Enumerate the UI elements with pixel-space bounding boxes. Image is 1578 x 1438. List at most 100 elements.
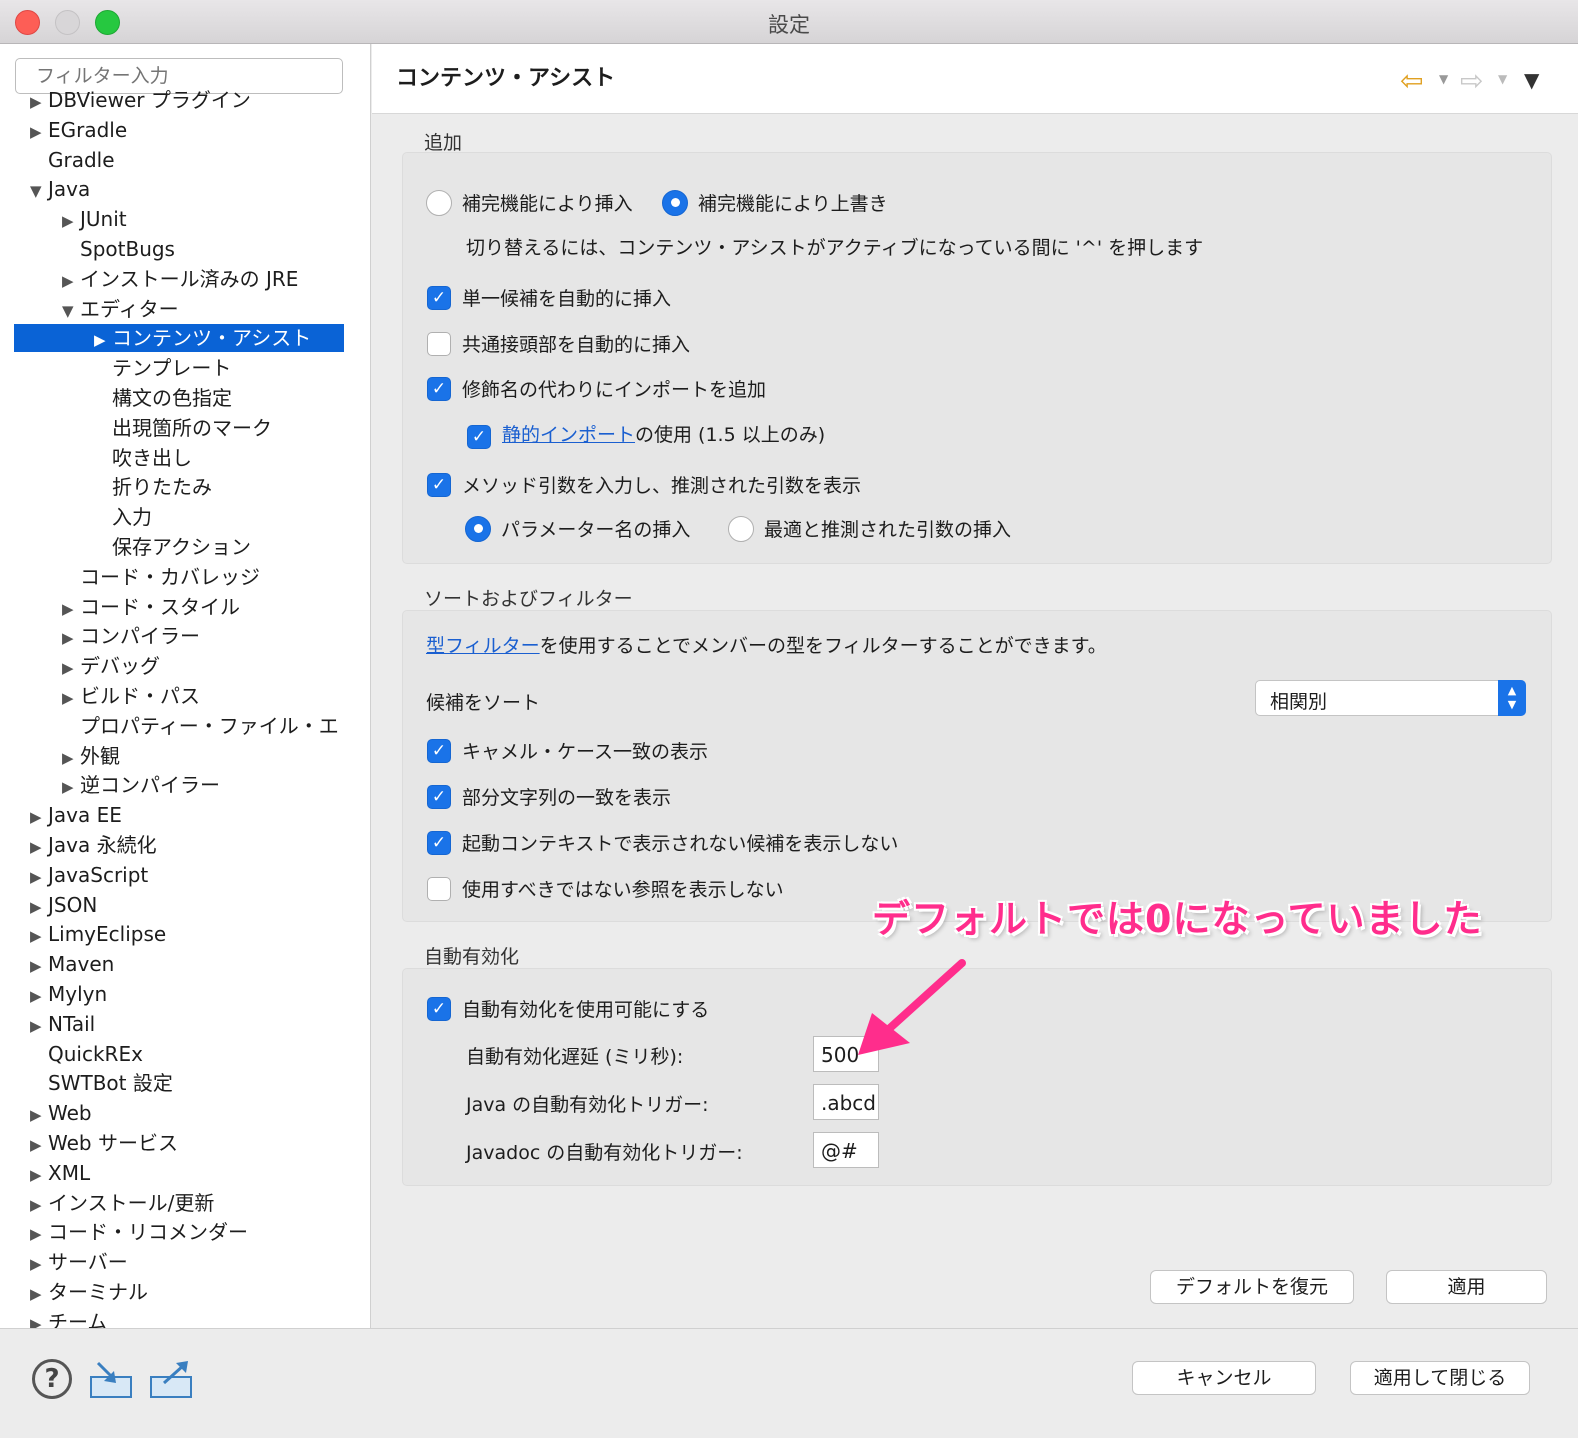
tree-item[interactable]: コード・カバレッジ — [62, 563, 260, 591]
enable-auto-activation-checkbox-row[interactable]: ✓ 自動有効化を使用可能にする — [427, 995, 709, 1022]
tree-item[interactable]: ▶ ビルド・パス — [62, 682, 200, 710]
insert-radio-row[interactable]: 補完機能により挿入 — [426, 189, 633, 216]
expanded-arrow-icon[interactable]: ▼ — [62, 297, 80, 325]
tree-item[interactable]: ▶ LimyEclipse — [30, 920, 166, 948]
tree-item[interactable]: ▶ Mylyn — [30, 980, 107, 1008]
tree-item[interactable]: ▶ NTail — [30, 1010, 95, 1038]
single-proposal-checkbox-row[interactable]: ✓ 単一候補を自動的に挿入 — [427, 284, 671, 311]
tree-item[interactable]: ▶ DBViewer プラグイン — [30, 86, 251, 114]
collapsed-arrow-icon[interactable]: ▶ — [30, 88, 48, 116]
static-import-link[interactable]: 静的インポート — [502, 420, 635, 447]
static-import-checkbox-row[interactable]: ✓ 静的インポート の使用 (1.5 以上のみ) — [467, 417, 825, 449]
collapsed-arrow-icon[interactable]: ▶ — [30, 1191, 48, 1219]
overwrite-radio[interactable] — [662, 189, 688, 216]
tree-item[interactable]: ▶ JSON — [30, 891, 97, 919]
tree-item[interactable]: ▶ 逆コンパイラー — [62, 771, 220, 799]
common-prefix-checkbox-row[interactable]: 共通接頭部を自動的に挿入 — [427, 330, 690, 357]
tree-item[interactable]: ▶ JavaScript — [30, 861, 148, 889]
view-menu-icon[interactable]: ▼ — [1524, 68, 1539, 92]
fill-args-checkbox[interactable]: ✓ — [427, 472, 451, 497]
collapsed-arrow-icon[interactable]: ▶ — [30, 893, 48, 921]
apply-button[interactable]: 適用 — [1386, 1270, 1547, 1304]
collapsed-arrow-icon[interactable]: ▶ — [30, 1101, 48, 1129]
enable-auto-activation-checkbox[interactable]: ✓ — [427, 996, 451, 1021]
tree-item[interactable]: ▶ ターミナル — [30, 1278, 148, 1306]
tree-item[interactable]: ▶ Web — [30, 1099, 92, 1127]
tree-item[interactable]: 折りたたみ — [94, 473, 212, 501]
tree-item[interactable]: SpotBugs — [62, 235, 175, 263]
tree-item[interactable]: ▶ EGradle — [30, 116, 127, 144]
collapsed-arrow-icon[interactable]: ▶ — [30, 1280, 48, 1308]
best-guess-radio-row[interactable]: 最適と推測された引数の挿入 — [728, 515, 1011, 542]
collapsed-arrow-icon[interactable]: ▶ — [30, 1012, 48, 1040]
tree-item[interactable]: 入力 — [94, 503, 152, 531]
tree-item[interactable]: 保存アクション — [94, 533, 251, 561]
tree-item[interactable]: SWTBot 設定 — [30, 1069, 173, 1097]
back-history-dropdown-icon[interactable]: ▼ — [1439, 72, 1448, 86]
tree-item[interactable]: ▼ エディター — [62, 295, 179, 323]
collapsed-arrow-icon[interactable]: ▶ — [30, 833, 48, 861]
collapsed-arrow-icon[interactable]: ▶ — [30, 863, 48, 891]
single-proposal-checkbox[interactable]: ✓ — [427, 285, 451, 310]
tree-item-selected[interactable]: ▶ コンテンツ・アシスト — [14, 324, 344, 353]
collapsed-arrow-icon[interactable]: ▶ — [62, 207, 80, 235]
hide-not-visible-checkbox-row[interactable]: ✓ 起動コンテキストで表示されない候補を表示しない — [427, 829, 898, 856]
help-icon[interactable]: ? — [32, 1359, 72, 1399]
tree-item[interactable]: ▶ デバッグ — [62, 652, 160, 680]
camel-case-checkbox-row[interactable]: ✓ キャメル・ケース一致の表示 — [427, 737, 708, 764]
tree-item[interactable]: 吹き出し — [94, 444, 192, 472]
collapsed-arrow-icon[interactable]: ▶ — [30, 1131, 48, 1159]
tree-item[interactable]: ▼ Java — [30, 175, 90, 203]
tree-item[interactable]: ▶ XML — [30, 1159, 90, 1187]
tree-item[interactable]: 構文の色指定 — [94, 384, 232, 412]
tree-item[interactable]: ▶ インストール/更新 — [30, 1189, 214, 1217]
tree-item[interactable]: プロパティー・ファイル・エ — [62, 712, 339, 740]
collapsed-arrow-icon[interactable]: ▶ — [30, 1220, 48, 1248]
add-import-checkbox-row[interactable]: ✓ 修飾名の代わりにインポートを追加 — [427, 375, 766, 402]
tree-item[interactable]: ▶ Java EE — [30, 801, 122, 829]
insert-radio[interactable] — [426, 189, 452, 216]
tree-item[interactable]: ▶ Maven — [30, 950, 114, 978]
collapsed-arrow-icon[interactable]: ▶ — [62, 654, 80, 682]
param-names-radio[interactable] — [465, 515, 491, 542]
tree-item[interactable]: Gradle — [30, 146, 115, 174]
overwrite-radio-row[interactable]: 補完機能により上書き — [662, 189, 888, 216]
substring-checkbox-row[interactable]: ✓ 部分文字列の一致を表示 — [427, 783, 671, 810]
forward-arrow-icon[interactable]: ⇨ — [1460, 64, 1483, 97]
collapsed-arrow-icon[interactable]: ▶ — [62, 624, 80, 652]
collapsed-arrow-icon[interactable]: ▶ — [62, 744, 80, 772]
best-guess-radio[interactable] — [728, 515, 754, 542]
export-icon[interactable] — [148, 1359, 194, 1399]
hide-deprecated-checkbox[interactable] — [427, 876, 451, 901]
tree-item[interactable]: ▶ JUnit — [62, 205, 127, 233]
import-icon[interactable] — [88, 1359, 134, 1399]
collapsed-arrow-icon[interactable]: ▶ — [30, 1161, 48, 1189]
add-import-checkbox[interactable]: ✓ — [427, 376, 451, 401]
apply-and-close-button[interactable]: 適用して閉じる — [1350, 1361, 1530, 1395]
expanded-arrow-icon[interactable]: ▼ — [30, 177, 48, 205]
substring-checkbox[interactable]: ✓ — [427, 784, 451, 809]
hide-not-visible-checkbox[interactable]: ✓ — [427, 830, 451, 855]
collapsed-arrow-icon[interactable]: ▶ — [30, 803, 48, 831]
tree-item[interactable]: ▶ コード・リコメンダー — [30, 1218, 248, 1246]
static-import-checkbox[interactable]: ✓ — [467, 425, 491, 449]
forward-history-dropdown-icon[interactable]: ▼ — [1498, 72, 1507, 86]
tree-item[interactable]: ▶ インストール済みの JRE — [62, 265, 298, 293]
collapsed-arrow-icon[interactable]: ▶ — [62, 684, 80, 712]
back-arrow-icon[interactable]: ⇦ — [1400, 64, 1423, 97]
cancel-button[interactable]: キャンセル — [1132, 1361, 1316, 1395]
java-trigger-input[interactable]: .abcd — [813, 1084, 879, 1120]
hide-deprecated-checkbox-row[interactable]: 使用すべきではない参照を表示しない — [427, 875, 784, 902]
type-filter-link[interactable]: 型フィルター — [426, 631, 540, 658]
restore-defaults-button[interactable]: デフォルトを復元 — [1150, 1270, 1354, 1304]
common-prefix-checkbox[interactable] — [427, 331, 451, 356]
tree-item[interactable]: ▶ コード・スタイル — [62, 593, 240, 621]
fill-args-checkbox-row[interactable]: ✓ メソッド引数を入力し、推測された引数を表示 — [427, 471, 861, 498]
tree-item[interactable]: ▶ サーバー — [30, 1248, 128, 1276]
collapsed-arrow-icon[interactable]: ▶ — [30, 922, 48, 950]
camel-case-checkbox[interactable]: ✓ — [427, 738, 451, 763]
tree-item[interactable]: ▶ チーム — [30, 1308, 107, 1328]
collapsed-arrow-icon[interactable]: ▶ — [30, 952, 48, 980]
tree-item[interactable]: テンプレート — [94, 354, 231, 382]
tree-item[interactable]: 出現箇所のマーク — [94, 414, 272, 442]
